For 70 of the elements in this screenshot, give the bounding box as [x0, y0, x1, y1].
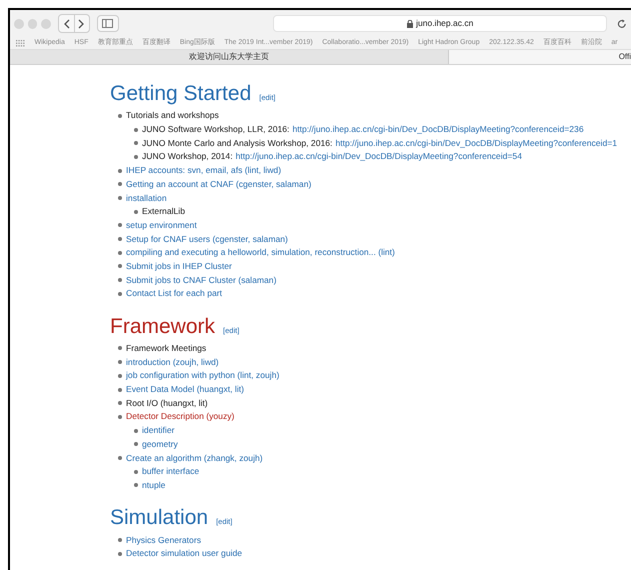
url-link[interactable]: http://juno.ihep.ac.cn/cgi-bin/Dev_DocDB/DisplayMeeting?conferenceid=54	[236, 150, 522, 164]
bullet-icon	[118, 168, 122, 173]
bullet-icon	[118, 292, 122, 296]
wiki-link[interactable]: Submit jobs to CNAF Cluster (salaman)	[126, 274, 276, 287]
list-text: JUNO Workshop, 2014:	[142, 150, 233, 164]
wiki-link[interactable]: job configuration with python (lint, zoujh)	[126, 369, 280, 382]
wiki-link[interactable]: ntuple	[142, 478, 166, 492]
grid-icon[interactable]	[16, 40, 25, 46]
url-link[interactable]: http://juno.ihep.ac.cn/cgi-bin/Dev_DocDB/DisplayMeeting?conferenceid=1	[335, 136, 618, 150]
bullet-icon	[134, 442, 138, 446]
bullet-icon	[134, 428, 138, 433]
bullet-icon	[134, 470, 138, 474]
bullet-icon	[118, 538, 122, 542]
wiki-link[interactable]: Contact List for each part	[126, 287, 222, 300]
list-text: Root I/O (huangxt, lit)	[126, 396, 208, 410]
wiki-link[interactable]: setup environment	[126, 218, 197, 232]
browser-tab[interactable]: Offi	[448, 50, 631, 64]
bullet-icon	[134, 483, 138, 488]
bullet-icon	[118, 414, 122, 419]
list-text: Framework Meetings	[126, 342, 206, 355]
browser-tab[interactable]: 欢迎访问山东大学主页	[10, 50, 448, 64]
wiki-link[interactable]: Setup for CNAF users (cgenster, salaman)	[126, 232, 288, 246]
reload-icon[interactable]	[617, 18, 627, 28]
bullet-icon	[118, 388, 122, 392]
wiki-link[interactable]: Create an algorithm (zhangk, zoujh)	[126, 452, 263, 464]
wiki-link[interactable]: Getting an account at CNAF (cgenster, salaman)	[126, 178, 312, 191]
section-heading: Simulation	[110, 505, 208, 532]
wiki-link[interactable]: Detector Description (youzy)	[126, 410, 234, 424]
bullet-icon	[118, 182, 122, 186]
bullet-icon	[118, 278, 122, 282]
wiki-link[interactable]: installation	[126, 192, 167, 204]
list-text: JUNO Software Workshop, LLR, 2016:	[142, 123, 290, 136]
bullet-icon	[118, 237, 122, 242]
bullet-icon	[134, 154, 138, 159]
list-text: ExternalLib	[142, 205, 185, 218]
list-text: JUNO Monte Carlo and Analysis Workshop, 2016:	[142, 136, 332, 150]
wiki-link[interactable]: IHEP accounts: svn, email, afs (lint, liwd)	[126, 164, 282, 178]
bullet-icon	[134, 128, 138, 132]
sidebar-icon	[102, 19, 114, 28]
bullet-icon	[118, 346, 122, 350]
address-bar[interactable]: juno.ihep.ac.cn	[273, 15, 608, 32]
wiki-link[interactable]: Submit jobs in IHEP Cluster	[126, 260, 232, 273]
bullet-icon	[118, 401, 122, 406]
bullet-icon	[134, 141, 138, 146]
chevron-right-icon	[78, 18, 86, 28]
wiki-link[interactable]: Detector simulation user guide	[126, 547, 242, 560]
wiki-link[interactable]: Event Data Model (huangxt, lit)	[126, 383, 244, 396]
wiki-link[interactable]: Physics Generators	[126, 534, 201, 546]
wiki-link[interactable]: buffer interface	[142, 465, 200, 478]
wiki-link[interactable]: introduction (zoujh, liwd)	[126, 356, 219, 369]
bullet-icon	[118, 374, 122, 378]
bullet-icon	[118, 223, 122, 228]
section-heading: Getting Started	[110, 81, 252, 107]
lock-icon	[407, 20, 414, 28]
bullet-icon	[118, 456, 122, 460]
bullet-icon	[118, 250, 122, 255]
wiki-link[interactable]: geometry	[142, 438, 178, 451]
bullet-icon	[134, 210, 138, 214]
url-link[interactable]: http://juno.ihep.ac.cn/cgi-bin/Dev_DocDB/DisplayMeeting?conferenceid=236	[292, 123, 584, 136]
section-heading: Framework	[110, 314, 216, 340]
list-text: Tutorials and workshops	[126, 109, 219, 122]
bullet-icon	[118, 552, 122, 556]
bullet-icon	[118, 264, 122, 268]
chevron-left-icon	[62, 18, 70, 28]
wiki-link[interactable]: identifier	[142, 424, 174, 438]
wiki-link[interactable]: compiling and executing a helloworld, simulation, reconstruction... (lint)	[126, 246, 395, 260]
bullet-icon	[118, 196, 122, 200]
bullet-icon	[118, 114, 122, 118]
sidebar-button[interactable]	[96, 15, 120, 32]
bullet-icon	[118, 360, 122, 364]
